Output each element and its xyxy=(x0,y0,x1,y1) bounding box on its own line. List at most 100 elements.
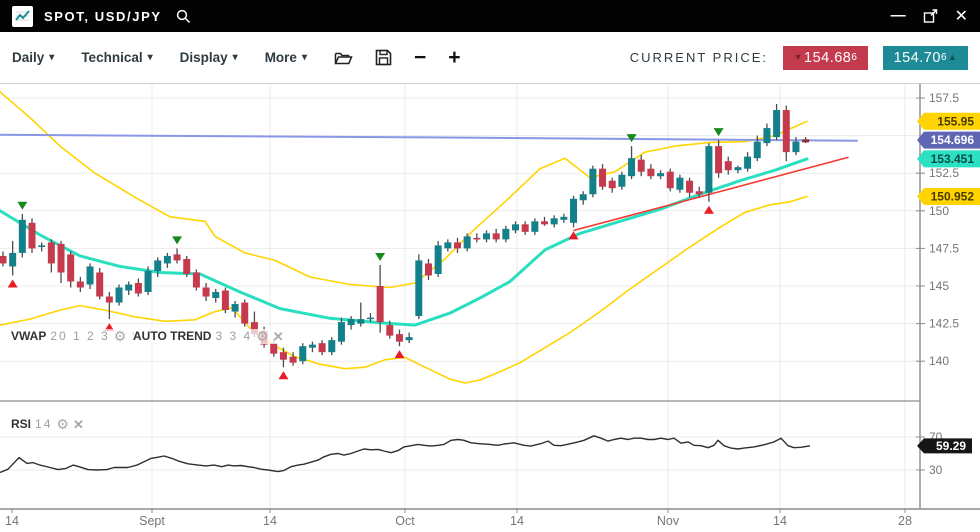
candle xyxy=(657,173,664,176)
price-tag-value: 154.696 xyxy=(931,133,975,147)
candle xyxy=(328,340,335,352)
candle xyxy=(87,266,94,284)
candle xyxy=(483,233,490,239)
candle xyxy=(734,167,741,170)
candle xyxy=(444,242,451,248)
menu-more[interactable]: More ▾ xyxy=(265,50,307,65)
candle xyxy=(541,221,548,224)
menu-display[interactable]: Display ▾ xyxy=(180,50,238,65)
indicator-chip-autotrend: AUTO TREND 3 3 4 ⚙ ✕ xyxy=(130,329,287,344)
candle xyxy=(705,146,712,193)
price-tag-value: 153.451 xyxy=(931,152,975,166)
candle xyxy=(77,281,84,287)
candle xyxy=(560,217,567,220)
candle xyxy=(135,283,142,294)
date-axis-label: 14 xyxy=(263,514,277,528)
close-icon[interactable]: ✕ xyxy=(73,417,84,432)
candle xyxy=(145,271,152,292)
title-bar: SPOT, USD/JPY — ✕ xyxy=(0,0,980,32)
candle xyxy=(464,236,471,248)
close-icon[interactable]: ✕ xyxy=(273,329,284,344)
date-axis-label: 14 xyxy=(773,514,787,528)
candle xyxy=(309,345,316,348)
price-tag-value: 155.95 xyxy=(937,114,974,128)
date-axis-label: 14 xyxy=(5,514,19,528)
minimize-button[interactable]: — xyxy=(891,7,906,25)
candle xyxy=(164,256,171,264)
date-axis-label: 14 xyxy=(510,514,524,528)
candle xyxy=(802,139,809,142)
candle xyxy=(676,178,683,190)
candle xyxy=(667,172,674,189)
sell-signal-icon xyxy=(375,253,385,261)
candle xyxy=(715,146,722,173)
candle xyxy=(348,319,355,325)
buy-signal-icon xyxy=(394,350,404,358)
bid-price-button[interactable]: ▼ 154.68 6 xyxy=(783,46,868,70)
chevron-down-icon: ▾ xyxy=(233,52,238,63)
price-axis-label: 150 xyxy=(929,204,949,218)
date-axis-label: Sept xyxy=(139,514,165,528)
candle xyxy=(367,318,374,320)
candle xyxy=(232,304,239,312)
indicator-chip-vwap: VWAP 20 1 2 3 ⚙ ✕ xyxy=(8,329,144,344)
current-price-label: CURRENT PRICE: xyxy=(630,50,768,65)
candle xyxy=(783,110,790,152)
menu-technical[interactable]: Technical ▾ xyxy=(81,50,152,65)
search-icon[interactable] xyxy=(176,9,191,24)
date-axis-label: Nov xyxy=(657,514,680,528)
candle xyxy=(618,175,625,187)
candle xyxy=(406,337,413,340)
page-title: SPOT, USD/JPY xyxy=(44,9,162,24)
candle xyxy=(580,194,587,200)
candle xyxy=(241,303,248,324)
price-axis-label: 142.5 xyxy=(929,317,959,331)
candle xyxy=(183,259,190,274)
gear-icon[interactable]: ⚙ xyxy=(114,329,127,344)
open-folder-icon[interactable] xyxy=(334,50,353,66)
candle xyxy=(773,110,780,137)
candle xyxy=(222,291,229,311)
candle xyxy=(415,260,422,316)
candle xyxy=(270,343,277,354)
candle xyxy=(792,142,799,153)
price-chart-canvas[interactable]: 157.5152.5150147.5145142.5140703014Sept1… xyxy=(0,84,980,532)
candle xyxy=(473,238,480,240)
candle xyxy=(280,352,287,360)
price-axis-label: 147.5 xyxy=(929,241,959,255)
chevron-down-icon: ▾ xyxy=(302,52,307,63)
close-icon[interactable]: ✕ xyxy=(955,7,968,25)
buy-signal-icon xyxy=(8,279,18,287)
arrow-up-icon: ▲ xyxy=(948,53,957,62)
menu-daily[interactable]: Daily ▾ xyxy=(12,50,54,65)
candle xyxy=(38,245,45,247)
rsi-tag-value: 59.29 xyxy=(936,439,966,453)
ask-price-button[interactable]: 154.70 6 ▲ xyxy=(883,46,968,70)
candle xyxy=(48,242,55,263)
candle xyxy=(58,244,65,273)
zoom-out-button[interactable]: − xyxy=(414,48,426,68)
candle xyxy=(609,181,616,189)
candle xyxy=(686,181,693,193)
candle xyxy=(531,221,538,232)
gear-icon[interactable]: ⚙ xyxy=(56,417,69,432)
candle xyxy=(154,260,161,271)
popout-button[interactable] xyxy=(923,7,938,25)
price-axis-label: 145 xyxy=(929,279,949,293)
gear-icon[interactable]: ⚙ xyxy=(256,329,269,344)
candle xyxy=(744,157,751,169)
candle xyxy=(0,256,7,264)
candle xyxy=(212,292,219,298)
chart-area: 157.5152.5150147.5145142.5140703014Sept1… xyxy=(0,84,980,532)
sell-signal-icon xyxy=(17,202,27,210)
candle xyxy=(386,325,393,336)
candle xyxy=(754,142,761,159)
candle xyxy=(493,233,500,239)
candle xyxy=(67,254,74,281)
price-axis-label: 140 xyxy=(929,354,949,368)
bollinger-upper-line xyxy=(0,92,807,288)
zoom-in-button[interactable]: + xyxy=(448,48,460,68)
save-icon[interactable] xyxy=(375,49,392,66)
sell-signal-icon xyxy=(172,236,182,244)
candle xyxy=(357,319,364,324)
